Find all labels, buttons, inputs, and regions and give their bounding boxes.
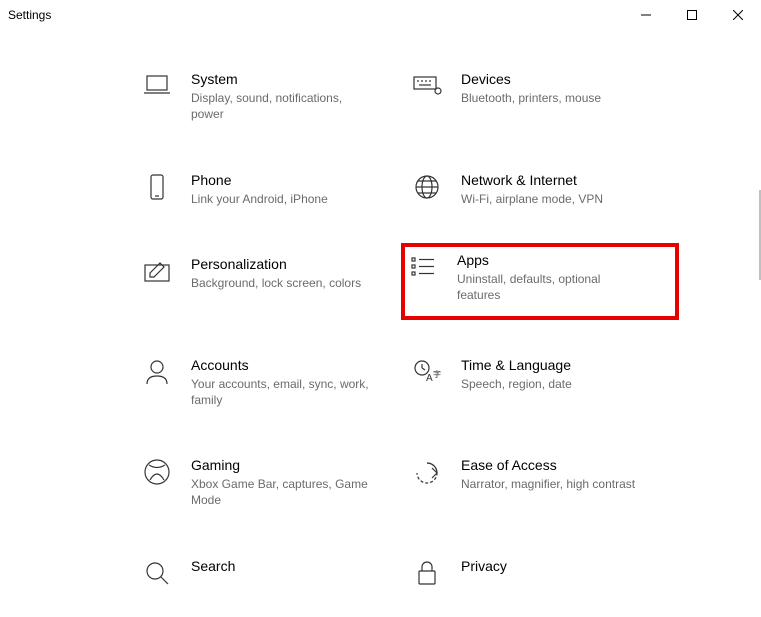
tile-desc: Link your Android, iPhone [191,191,328,207]
tile-desc: Uninstall, defaults, optional features [457,271,637,303]
tile-desc: Speech, region, date [461,376,572,392]
svg-text:字: 字 [433,369,441,379]
tile-desc: Wi-Fi, airplane mode, VPN [461,191,603,207]
tile-title: Personalization [191,255,361,273]
laptop-icon [141,70,173,102]
keyboard-icon [411,70,443,102]
tile-desc: Background, lock screen, colors [191,275,361,291]
tile-gaming[interactable]: Gaming Xbox Game Bar, captures, Game Mod… [135,448,405,517]
tile-title: Gaming [191,456,371,474]
maximize-button[interactable] [669,0,715,30]
tile-title: Accounts [191,356,371,374]
window-controls [623,0,761,30]
tile-devices[interactable]: Devices Bluetooth, printers, mouse [405,62,675,131]
tile-desc: Display, sound, notifications, power [191,90,371,122]
tile-desc: Narrator, magnifier, high contrast [461,476,635,492]
tile-apps[interactable]: Apps Uninstall, defaults, optional featu… [401,243,679,320]
tile-phone[interactable]: Phone Link your Android, iPhone [135,163,405,215]
globe-icon [411,171,443,203]
tile-title: Phone [191,171,328,189]
list-icon [407,251,439,283]
tile-desc: Your accounts, email, sync, work, family [191,376,371,408]
lock-icon [411,557,443,589]
tile-desc: Xbox Game Bar, captures, Game Mode [191,476,371,508]
tile-accounts[interactable]: Accounts Your accounts, email, sync, wor… [135,348,405,417]
tile-title: Privacy [461,557,507,575]
tile-title: Search [191,557,235,575]
person-icon [141,356,173,388]
tile-title: Ease of Access [461,456,635,474]
minimize-button[interactable] [623,0,669,30]
clock-language-icon: A字 [411,356,443,388]
tile-title: Network & Internet [461,171,603,189]
tile-title: Apps [457,251,637,269]
search-icon [141,557,173,589]
window-title: Settings [8,0,51,22]
close-button[interactable] [715,0,761,30]
tile-title: Time & Language [461,356,572,374]
svg-text:A: A [426,373,433,384]
tile-search[interactable]: Search [135,549,405,597]
tile-network[interactable]: Network & Internet Wi-Fi, airplane mode,… [405,163,675,215]
tile-privacy[interactable]: Privacy [405,549,675,597]
tile-time-language[interactable]: A字 Time & Language Speech, region, date [405,348,675,417]
tile-ease-of-access[interactable]: Ease of Access Narrator, magnifier, high… [405,448,675,517]
ease-icon [411,456,443,488]
tile-desc: Bluetooth, printers, mouse [461,90,601,106]
phone-icon [141,171,173,203]
tile-system[interactable]: System Display, sound, notifications, po… [135,62,405,131]
tile-personalization[interactable]: Personalization Background, lock screen,… [135,247,405,316]
tile-title: Devices [461,70,601,88]
tile-title: System [191,70,371,88]
pen-icon [141,255,173,287]
xbox-icon [141,456,173,488]
